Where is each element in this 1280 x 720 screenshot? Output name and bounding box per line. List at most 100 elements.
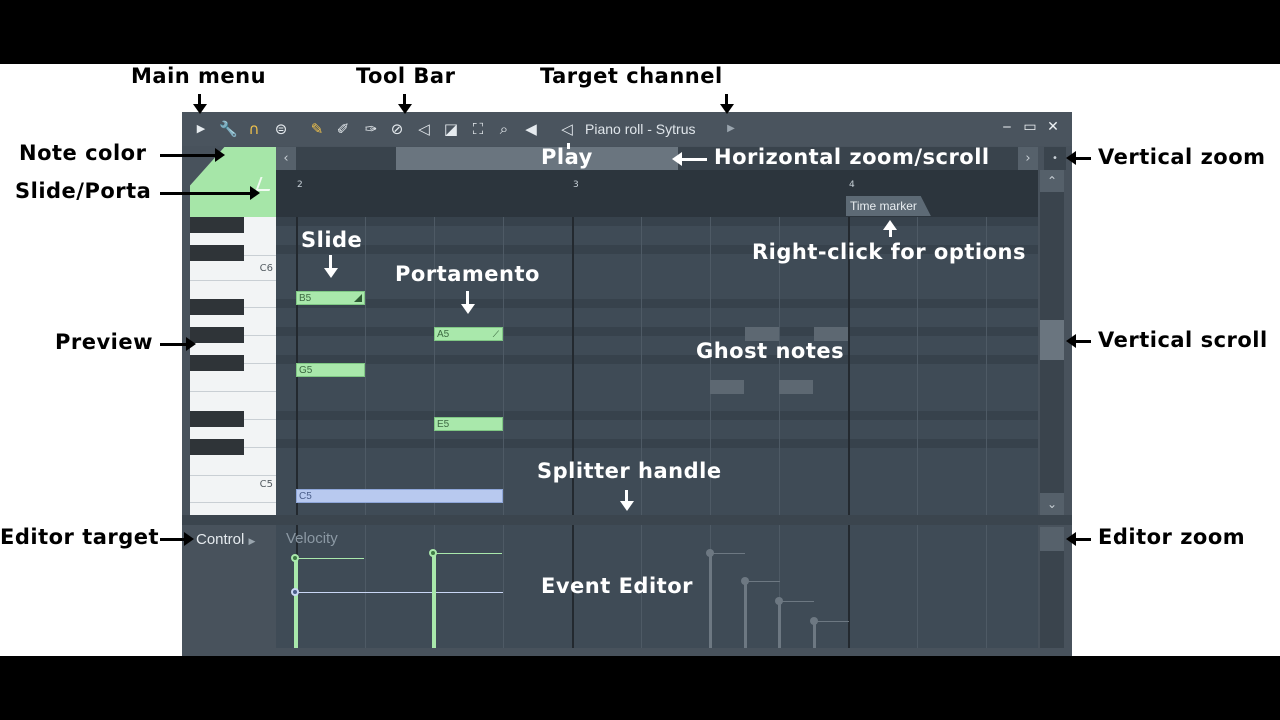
- arrow-line: [889, 229, 892, 237]
- note-label: A5: [437, 329, 450, 340]
- note-e5[interactable]: E5: [434, 417, 503, 431]
- arrow-line: [160, 192, 250, 195]
- note-g5[interactable]: G5: [296, 363, 365, 377]
- black-key[interactable]: [190, 327, 244, 343]
- arrow-right-icon: [250, 186, 260, 200]
- velocity-line: [296, 558, 364, 559]
- arrow-line: [466, 291, 469, 305]
- maximize-button[interactable]: ▭: [1021, 119, 1039, 135]
- annotation-note-color: Note color: [19, 141, 147, 165]
- main-menu-arrow-icon[interactable]: ▶: [192, 120, 210, 138]
- note-a5[interactable]: A5 ⟋: [434, 327, 503, 341]
- ghost-velocity-bar: [778, 601, 781, 648]
- arrow-line: [160, 154, 216, 157]
- annotation-splitter-handle: Splitter handle: [537, 459, 722, 483]
- arrow-line: [160, 538, 184, 541]
- note-label: B5: [299, 293, 312, 304]
- black-key[interactable]: [190, 217, 244, 233]
- annotation-target-channel: Target channel: [540, 64, 723, 88]
- speaker-icon[interactable]: ◁: [558, 120, 576, 138]
- black-key[interactable]: [190, 355, 244, 371]
- event-editor-scroll[interactable]: [1040, 551, 1064, 648]
- scroll-right-button[interactable]: ›: [1018, 147, 1038, 170]
- annotation-slide: Slide: [301, 228, 363, 252]
- black-key[interactable]: [190, 411, 244, 427]
- target-channel-title[interactable]: Piano roll - Sytrus: [585, 121, 695, 137]
- vertical-zoom-button[interactable]: •: [1044, 147, 1066, 170]
- velocity-bar[interactable]: [294, 558, 298, 648]
- arrow-down-icon: [720, 104, 734, 114]
- mute-icon[interactable]: ◁: [415, 120, 433, 138]
- annotation-slide-porta: Slide/Porta: [15, 179, 152, 203]
- select-icon[interactable]: ⛶: [469, 120, 487, 138]
- piano-keyboard[interactable]: C6 C5: [190, 217, 276, 515]
- slide-marker-icon: [354, 294, 362, 302]
- ghost-velocity-handle: [775, 597, 783, 605]
- minimize-button[interactable]: ‒: [998, 119, 1016, 135]
- annotation-tool-bar: Tool Bar: [356, 64, 456, 88]
- pencil-icon[interactable]: ✎: [308, 120, 326, 138]
- velocity-line: [296, 592, 503, 593]
- black-key[interactable]: [190, 245, 244, 261]
- arrow-line: [1075, 538, 1091, 541]
- annotation-vertical-scroll: Vertical scroll: [1098, 328, 1268, 352]
- note-label: C5: [299, 491, 312, 502]
- velocity-line: [434, 553, 502, 554]
- velocity-label: Velocity: [286, 530, 338, 547]
- ghost-velocity-bar: [709, 553, 712, 648]
- horizontal-scroll-thumb[interactable]: [396, 147, 678, 170]
- annotation-horizontal-zoom: Horizontal zoom/scroll: [714, 145, 990, 169]
- black-key[interactable]: [190, 299, 244, 315]
- velocity-handle[interactable]: [291, 588, 299, 596]
- scroll-up-button[interactable]: ⌃: [1040, 170, 1064, 192]
- velocity-handle[interactable]: [429, 549, 437, 557]
- wrench-icon[interactable]: 🔧: [219, 120, 238, 138]
- ghost-velocity-handle: [810, 617, 818, 625]
- arrow-down-icon: [620, 501, 634, 511]
- splitter-handle[interactable]: [182, 515, 1072, 525]
- annotation-portamento: Portamento: [395, 262, 540, 286]
- menu-circle-icon[interactable]: ⊜: [272, 120, 290, 138]
- velocity-handle[interactable]: [291, 554, 299, 562]
- note-c5[interactable]: C5: [296, 489, 503, 503]
- bar-number: 3: [573, 180, 579, 190]
- arrow-line: [329, 255, 332, 269]
- key-label-c6: C6: [259, 263, 273, 274]
- arrow-line: [160, 343, 186, 346]
- arrow-down-icon: [324, 268, 338, 278]
- bar-number: 4: [849, 180, 855, 190]
- ghost-velocity-handle: [706, 549, 714, 557]
- editor-zoom-button[interactable]: [1040, 527, 1064, 551]
- close-button[interactable]: ✕: [1044, 119, 1062, 135]
- scroll-left-button[interactable]: ‹: [276, 147, 296, 170]
- channel-arrow-icon[interactable]: ▶: [722, 120, 740, 138]
- bar-number: 2: [297, 180, 303, 190]
- scroll-down-button[interactable]: ⌄: [1040, 493, 1064, 515]
- zoom-icon[interactable]: ⌕: [495, 120, 513, 138]
- black-key[interactable]: [190, 439, 244, 455]
- arrow-line: [1075, 340, 1091, 343]
- magnet-icon[interactable]: ∩: [245, 120, 263, 138]
- annotation-editor-zoom: Editor zoom: [1098, 525, 1246, 549]
- editor-target[interactable]: Control ▶: [196, 531, 255, 548]
- paint-icon[interactable]: ✐: [334, 120, 352, 138]
- annotation-vertical-zoom: Vertical zoom: [1098, 145, 1266, 169]
- time-marker[interactable]: Time marker: [846, 196, 931, 216]
- vertical-scrollbar[interactable]: ⌃ ⌄: [1040, 170, 1064, 515]
- title-bar: ▶ 🔧 ∩ ⊜ ✎ ✐ ✑ ⊘ ◁ ◪ ⛶ ⌕ ◀ ◁ Piano roll -…: [182, 112, 1072, 146]
- annotation-ghost-notes: Ghost notes: [696, 339, 845, 363]
- note-b5[interactable]: B5: [296, 291, 365, 305]
- vertical-scroll-thumb[interactable]: [1040, 320, 1064, 360]
- velocity-bar[interactable]: [432, 553, 436, 648]
- ghost-velocity-bar: [744, 581, 747, 648]
- annotation-right-click: Right-click for options: [752, 240, 1026, 264]
- key-label-c5: C5: [259, 479, 273, 490]
- slice-icon[interactable]: ◪: [442, 120, 460, 138]
- paint-delete-icon[interactable]: ✑: [362, 120, 380, 138]
- arrow-down-icon: [398, 104, 412, 114]
- ghost-note: [710, 380, 744, 394]
- note-label: G5: [299, 365, 313, 376]
- playback-icon[interactable]: ◀: [522, 120, 540, 138]
- delete-icon[interactable]: ⊘: [388, 120, 406, 138]
- annotation-editor-target: Editor target: [0, 525, 160, 549]
